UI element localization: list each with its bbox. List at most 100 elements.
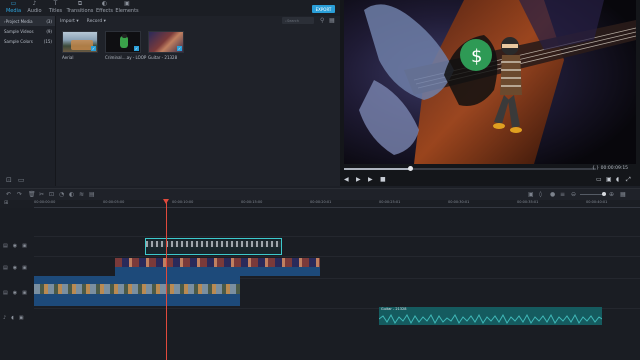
- timeline-clip-guitar[interactable]: [115, 258, 320, 276]
- playhead-handle[interactable]: [163, 199, 169, 204]
- rewind-icon[interactable]: ▶: [356, 176, 361, 183]
- speed-icon[interactable]: ◔: [59, 191, 64, 198]
- add-track-icon[interactable]: ⊞: [4, 200, 8, 206]
- folder-icon: ▭: [10, 0, 17, 7]
- media-item[interactable]: ✓ Guitar - 21328: [148, 31, 184, 60]
- track-header: ♪ ◖ ▣: [0, 308, 34, 328]
- lock-icon[interactable]: ▣: [22, 290, 27, 296]
- text-icon: T: [53, 0, 58, 7]
- folder-icon[interactable]: ▭: [18, 176, 25, 184]
- track-row: [34, 236, 640, 256]
- tab-elements[interactable]: ▣ Elements: [115, 0, 139, 16]
- track-header: ▤ ◉ ▣: [0, 258, 34, 278]
- media-item[interactable]: ✓ Aerial: [62, 31, 98, 60]
- tab-media[interactable]: ▭ Media: [3, 0, 24, 16]
- import-dropdown[interactable]: Import ▾: [60, 19, 79, 24]
- zoom-slider[interactable]: [580, 192, 606, 196]
- timeline-tracks: ▤ ◉ ▣ ▤ ◉ ▣ ▤ ◉ ▣ ♪ ◖ ▣ Guitar - 21328: [0, 208, 640, 360]
- progress-handle[interactable]: [407, 166, 413, 171]
- media-thumbnail: ✓: [62, 31, 98, 53]
- transition-icon: ⧉: [77, 0, 83, 7]
- media-item[interactable]: ✓ Criminal....ay - LOOP: [105, 31, 146, 60]
- media-sidebar: ›Project Media (3) Sample Videos (9) Sam…: [0, 16, 56, 186]
- svg-text:$: $: [471, 46, 482, 67]
- eye-icon[interactable]: ◉: [13, 290, 17, 296]
- sidebar-item-project-media[interactable]: ›Project Media (3): [0, 16, 55, 26]
- effects-icon: ◐: [101, 0, 108, 7]
- search-input[interactable]: ⌕ Search: [282, 17, 314, 24]
- lock-icon[interactable]: ▣: [22, 265, 27, 271]
- audio-waveform: [379, 313, 602, 325]
- elements-icon: ▣: [124, 0, 130, 7]
- sidebar-item-sample-videos[interactable]: Sample Videos (9): [0, 26, 55, 36]
- stop-icon[interactable]: ■: [380, 176, 386, 183]
- render-icon[interactable]: ▣: [528, 191, 534, 198]
- lock-icon[interactable]: ▣: [19, 315, 24, 321]
- filter-icon[interactable]: ⚲: [320, 17, 324, 24]
- new-folder-icon[interactable]: ⊡: [6, 176, 12, 184]
- check-icon: ✓: [177, 46, 182, 51]
- media-thumbnail: ✓: [105, 31, 141, 53]
- tab-transitions[interactable]: ⧉ Transitions: [66, 0, 94, 16]
- delete-icon[interactable]: 🗑: [28, 191, 36, 198]
- timeline-ruler[interactable]: ⊞ 00:00:00:00 00:00:05:00 00:00:10:00 00…: [0, 200, 640, 208]
- preview-progress-bar[interactable]: [344, 166, 596, 171]
- media-grid: ✓ Aerial ✓ Criminal....ay - LOOP ✓ Guita…: [62, 31, 184, 60]
- audio-mixer-icon[interactable]: ▤: [89, 191, 95, 198]
- bracket-icon: { }: [592, 166, 601, 171]
- preview-timecode: { } 00:00:09:15: [592, 166, 629, 171]
- library-tabs: ▭ Media ♪ Audio T Titles ⧉ Transitions ◐ Effe…: [0, 0, 340, 16]
- music-icon: ♪: [3, 315, 7, 321]
- zoom-in-icon[interactable]: ⊕: [609, 191, 614, 198]
- playhead[interactable]: [166, 200, 167, 360]
- media-library: Import ▾ Record ▾ ⌕ Search ⚲ ▦ ✓ Aerial …: [56, 16, 340, 186]
- check-icon: ✓: [91, 46, 96, 51]
- grid-view-icon[interactable]: ▦: [329, 17, 335, 24]
- mic-icon[interactable]: ●: [550, 191, 555, 198]
- media-thumbnail: ✓: [148, 31, 184, 53]
- fullscreen-icon[interactable]: ⤢: [626, 176, 631, 184]
- preview-viewer: $: [344, 0, 636, 164]
- crop-icon[interactable]: ⊡: [49, 191, 54, 198]
- eye-icon[interactable]: ◉: [13, 243, 17, 249]
- play-icon[interactable]: ▶: [368, 176, 373, 183]
- track-header: ▤ ◉ ▣: [0, 236, 34, 256]
- track-type-icon: ▤: [3, 243, 8, 249]
- tab-effects[interactable]: ◐ Effects: [94, 0, 115, 16]
- fit-timeline-icon[interactable]: ▦: [620, 191, 626, 198]
- playback-controls: ◀ ▶ ▶ ■ ▭ ▣ ◖ ⤢: [340, 176, 640, 186]
- voiceover-icon[interactable]: ≡: [560, 191, 565, 198]
- export-button[interactable]: EXPORT: [312, 5, 335, 13]
- zoom-handle[interactable]: [602, 192, 606, 196]
- adjust-icon[interactable]: ≋: [79, 191, 84, 198]
- snapshot-icon[interactable]: ▭: [596, 176, 602, 183]
- sidebar-footer: ⊡ ▭: [6, 176, 25, 184]
- marker-icon[interactable]: ◊: [539, 191, 542, 198]
- preview-panel: $ {} 00:00:09:15 ◀ ▶ ▶ ■ ▭ ▣ ◖ ⤢: [340, 0, 640, 186]
- track-type-icon: ▤: [3, 290, 8, 296]
- check-icon: ✓: [134, 46, 139, 51]
- speaker-icon[interactable]: ◖: [11, 315, 14, 321]
- fullscreen-preview-icon[interactable]: ▣: [606, 176, 612, 183]
- video-editor: ▭ Media ♪ Audio T Titles ⧉ Transitions ◐ Effe…: [0, 0, 640, 360]
- zoom-out-icon[interactable]: ⊖: [571, 191, 576, 198]
- track-header: ▤ ◉ ▣: [0, 283, 34, 303]
- record-dropdown[interactable]: Record ▾: [87, 19, 106, 24]
- timeline-clip-audio[interactable]: Guitar - 21328: [379, 307, 602, 325]
- timeline-clip-aerial[interactable]: [34, 276, 240, 306]
- eye-icon[interactable]: ◉: [13, 265, 17, 271]
- color-icon[interactable]: ◐: [69, 191, 74, 198]
- tab-titles[interactable]: T Titles: [45, 0, 66, 16]
- sidebar-item-sample-colors[interactable]: Sample Colors (15): [0, 36, 55, 46]
- lock-icon[interactable]: ▣: [22, 243, 27, 249]
- undo-icon[interactable]: ↶: [6, 191, 11, 198]
- preview-frame: $: [344, 0, 636, 164]
- previous-frame-icon[interactable]: ◀: [344, 176, 349, 183]
- music-icon: ♪: [32, 0, 37, 7]
- cut-icon[interactable]: ✂: [39, 191, 44, 198]
- timeline-toolbar: ↶ ↷ 🗑 ✂ ⊡ ◔ ◐ ≋ ▤ ▣ ◊ ● ≡ ⊖ ⊕ ▦: [0, 188, 640, 200]
- track-type-icon: ▤: [3, 265, 8, 271]
- redo-icon[interactable]: ↷: [17, 191, 22, 198]
- volume-icon[interactable]: ◖: [616, 176, 619, 183]
- tab-audio[interactable]: ♪ Audio: [24, 0, 45, 16]
